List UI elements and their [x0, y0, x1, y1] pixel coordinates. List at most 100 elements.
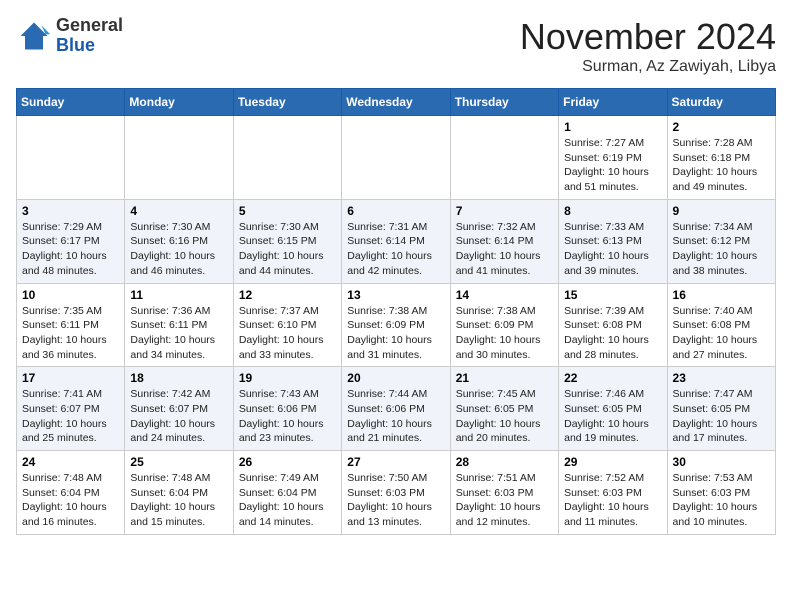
day-info: Sunrise: 7:37 AM Sunset: 6:10 PM Dayligh… — [239, 304, 336, 363]
weekday-row: SundayMondayTuesdayWednesdayThursdayFrid… — [17, 89, 776, 116]
calendar-table: SundayMondayTuesdayWednesdayThursdayFrid… — [16, 88, 776, 535]
calendar-cell — [233, 116, 341, 200]
day-info: Sunrise: 7:38 AM Sunset: 6:09 PM Dayligh… — [456, 304, 553, 363]
day-number: 28 — [456, 455, 553, 469]
calendar-cell: 22 Sunrise: 7:46 AM Sunset: 6:05 PM Dayli… — [559, 367, 667, 451]
calendar-cell: 15 Sunrise: 7:39 AM Sunset: 6:08 PM Dayli… — [559, 283, 667, 367]
calendar-cell: 6 Sunrise: 7:31 AM Sunset: 6:14 PM Daylig… — [342, 199, 450, 283]
day-info: Sunrise: 7:41 AM Sunset: 6:07 PM Dayligh… — [22, 387, 119, 446]
logo-blue: Blue — [56, 36, 123, 56]
calendar-cell: 9 Sunrise: 7:34 AM Sunset: 6:12 PM Daylig… — [667, 199, 775, 283]
day-number: 26 — [239, 455, 336, 469]
weekday-header-thursday: Thursday — [450, 89, 558, 116]
day-info: Sunrise: 7:38 AM Sunset: 6:09 PM Dayligh… — [347, 304, 444, 363]
calendar-cell: 21 Sunrise: 7:45 AM Sunset: 6:05 PM Dayli… — [450, 367, 558, 451]
day-number: 15 — [564, 288, 661, 302]
calendar-cell: 10 Sunrise: 7:35 AM Sunset: 6:11 PM Dayli… — [17, 283, 125, 367]
calendar-week-3: 17Sunrise: 7:41 AM Sunset: 6:07 PM Dayli… — [17, 367, 776, 451]
calendar-cell — [450, 116, 558, 200]
calendar-cell: 1 Sunrise: 7:27 AM Sunset: 6:19 PM Daylig… — [559, 116, 667, 200]
calendar-cell: 3 Sunrise: 7:29 AM Sunset: 6:17 PM Daylig… — [17, 199, 125, 283]
calendar-cell — [342, 116, 450, 200]
calendar-cell: 25 Sunrise: 7:48 AM Sunset: 6:04 PM Dayli… — [125, 451, 233, 535]
day-info: Sunrise: 7:35 AM Sunset: 6:11 PM Dayligh… — [22, 304, 119, 363]
calendar-cell: 27Sunrise: 7:50 AM Sunset: 6:03 PM Dayli… — [342, 451, 450, 535]
day-number: 14 — [456, 288, 553, 302]
day-number: 13 — [347, 288, 444, 302]
day-number: 24 — [22, 455, 119, 469]
day-info: Sunrise: 7:36 AM Sunset: 6:11 PM Dayligh… — [130, 304, 227, 363]
day-info: Sunrise: 7:27 AM Sunset: 6:19 PM Dayligh… — [564, 136, 661, 195]
day-info: Sunrise: 7:42 AM Sunset: 6:07 PM Dayligh… — [130, 387, 227, 446]
day-number: 4 — [130, 204, 227, 218]
calendar-cell: 2 Sunrise: 7:28 AM Sunset: 6:18 PM Daylig… — [667, 116, 775, 200]
calendar-header: SundayMondayTuesdayWednesdayThursdayFrid… — [17, 89, 776, 116]
day-info: Sunrise: 7:43 AM Sunset: 6:06 PM Dayligh… — [239, 387, 336, 446]
day-number: 21 — [456, 371, 553, 385]
day-number: 20 — [347, 371, 444, 385]
month-title: November 2024 — [520, 16, 776, 58]
calendar-week-0: 1 Sunrise: 7:27 AM Sunset: 6:19 PM Daylig… — [17, 116, 776, 200]
calendar-cell: 24Sunrise: 7:48 AM Sunset: 6:04 PM Dayli… — [17, 451, 125, 535]
weekday-header-sunday: Sunday — [17, 89, 125, 116]
day-number: 16 — [673, 288, 770, 302]
calendar-cell: 17Sunrise: 7:41 AM Sunset: 6:07 PM Dayli… — [17, 367, 125, 451]
calendar-cell: 28Sunrise: 7:51 AM Sunset: 6:03 PM Dayli… — [450, 451, 558, 535]
day-info: Sunrise: 7:30 AM Sunset: 6:15 PM Dayligh… — [239, 220, 336, 279]
day-info: Sunrise: 7:34 AM Sunset: 6:12 PM Dayligh… — [673, 220, 770, 279]
calendar-cell: 23 Sunrise: 7:47 AM Sunset: 6:05 PM Dayli… — [667, 367, 775, 451]
day-number: 9 — [673, 204, 770, 218]
day-info: Sunrise: 7:53 AM Sunset: 6:03 PM Dayligh… — [673, 471, 770, 530]
day-number: 2 — [673, 120, 770, 134]
calendar-cell: 12 Sunrise: 7:37 AM Sunset: 6:10 PM Dayli… — [233, 283, 341, 367]
day-number: 22 — [564, 371, 661, 385]
day-number: 8 — [564, 204, 661, 218]
calendar-cell: 19 Sunrise: 7:43 AM Sunset: 6:06 PM Dayli… — [233, 367, 341, 451]
title-block: November 2024 Surman, Az Zawiyah, Libya — [520, 16, 776, 76]
day-info: Sunrise: 7:45 AM Sunset: 6:05 PM Dayligh… — [456, 387, 553, 446]
calendar-cell: 11 Sunrise: 7:36 AM Sunset: 6:11 PM Dayli… — [125, 283, 233, 367]
page-header: General Blue November 2024 Surman, Az Za… — [16, 16, 776, 76]
calendar-week-2: 10 Sunrise: 7:35 AM Sunset: 6:11 PM Dayli… — [17, 283, 776, 367]
calendar-cell: 5 Sunrise: 7:30 AM Sunset: 6:15 PM Daylig… — [233, 199, 341, 283]
day-info: Sunrise: 7:39 AM Sunset: 6:08 PM Dayligh… — [564, 304, 661, 363]
day-info: Sunrise: 7:46 AM Sunset: 6:05 PM Dayligh… — [564, 387, 661, 446]
calendar-cell — [125, 116, 233, 200]
day-number: 12 — [239, 288, 336, 302]
calendar-cell: 26Sunrise: 7:49 AM Sunset: 6:04 PM Dayli… — [233, 451, 341, 535]
day-number: 30 — [673, 455, 770, 469]
day-number: 19 — [239, 371, 336, 385]
day-info: Sunrise: 7:47 AM Sunset: 6:05 PM Dayligh… — [673, 387, 770, 446]
logo-text: General Blue — [56, 16, 123, 56]
day-number: 18 — [130, 371, 227, 385]
day-number: 25 — [130, 455, 227, 469]
day-info: Sunrise: 7:48 AM Sunset: 6:04 PM Dayligh… — [130, 471, 227, 530]
logo-icon — [16, 18, 52, 54]
day-number: 23 — [673, 371, 770, 385]
day-number: 3 — [22, 204, 119, 218]
weekday-header-saturday: Saturday — [667, 89, 775, 116]
day-info: Sunrise: 7:52 AM Sunset: 6:03 PM Dayligh… — [564, 471, 661, 530]
calendar-cell — [17, 116, 125, 200]
calendar-cell: 20Sunrise: 7:44 AM Sunset: 6:06 PM Dayli… — [342, 367, 450, 451]
weekday-header-friday: Friday — [559, 89, 667, 116]
weekday-header-monday: Monday — [125, 89, 233, 116]
calendar-cell: 4Sunrise: 7:30 AM Sunset: 6:16 PM Daylig… — [125, 199, 233, 283]
calendar-body: 1 Sunrise: 7:27 AM Sunset: 6:19 PM Daylig… — [17, 116, 776, 535]
day-info: Sunrise: 7:50 AM Sunset: 6:03 PM Dayligh… — [347, 471, 444, 530]
calendar-cell: 7Sunrise: 7:32 AM Sunset: 6:14 PM Daylig… — [450, 199, 558, 283]
day-number: 10 — [22, 288, 119, 302]
calendar-week-4: 24 Sunrise: 7:48 AM Sunset: 6:04 PM Dayli… — [17, 451, 776, 535]
day-number: 6 — [347, 204, 444, 218]
day-info: Sunrise: 7:29 AM Sunset: 6:17 PM Dayligh… — [22, 220, 119, 279]
logo-general: General — [56, 16, 123, 36]
day-info: Sunrise: 7:28 AM Sunset: 6:18 PM Dayligh… — [673, 136, 770, 195]
day-number: 5 — [239, 204, 336, 218]
calendar-cell: 29Sunrise: 7:52 AM Sunset: 6:03 PM Dayli… — [559, 451, 667, 535]
day-number: 11 — [130, 288, 227, 302]
day-info: Sunrise: 7:31 AM Sunset: 6:14 PM Dayligh… — [347, 220, 444, 279]
day-info: Sunrise: 7:40 AM Sunset: 6:08 PM Dayligh… — [673, 304, 770, 363]
calendar-week-1: 3 Sunrise: 7:29 AM Sunset: 6:17 PM Daylig… — [17, 199, 776, 283]
calendar-cell: 16 Sunrise: 7:40 AM Sunset: 6:08 PM Dayli… — [667, 283, 775, 367]
day-number: 1 — [564, 120, 661, 134]
